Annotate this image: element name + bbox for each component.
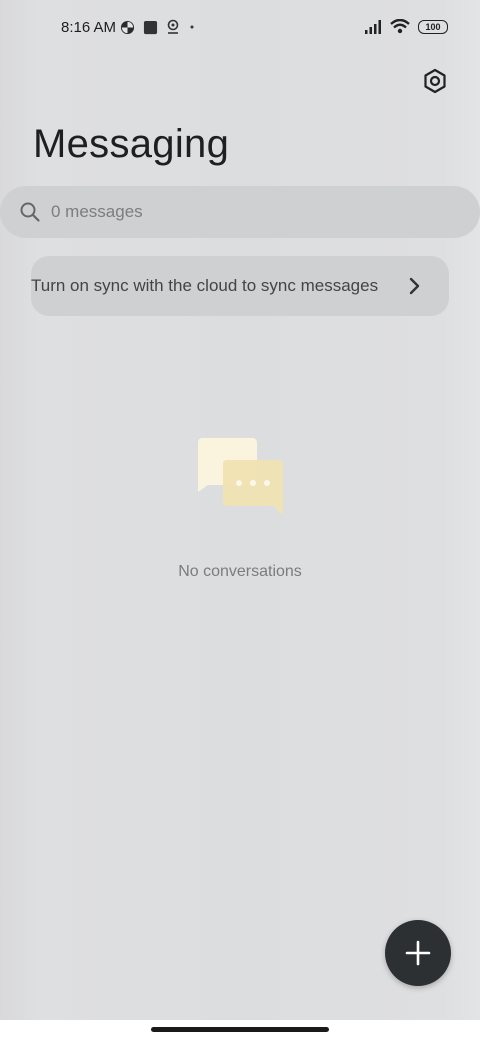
new-message-button[interactable] — [385, 920, 451, 986]
status-time: 8:16 AM — [61, 19, 117, 36]
sync-banner[interactable]: Turn on sync with the cloud to sync mess… — [31, 256, 449, 316]
page-title: Messaging — [33, 122, 230, 166]
location-pin-icon — [167, 19, 179, 34]
status-icons-right: 100 — [364, 19, 448, 34]
sync-banner-text: Turn on sync with the cloud to sync mess… — [31, 276, 379, 295]
status-icons-left — [120, 19, 196, 35]
signal-icon — [365, 19, 381, 34]
plus-icon — [405, 940, 431, 966]
pinwheel-icon — [120, 20, 135, 34]
empty-state-label: No conversations — [178, 563, 302, 580]
dot-icon — [190, 25, 194, 29]
status-bar: 8:16 AM 100 — [0, 0, 480, 56]
gear-icon — [424, 68, 446, 94]
battery-icon: 100 — [418, 19, 448, 34]
wifi-icon — [390, 19, 410, 34]
home-indicator[interactable] — [151, 1027, 329, 1032]
navigation-bar — [0, 1020, 480, 1040]
settings-button[interactable] — [420, 66, 450, 96]
search-placeholder: 0 messages — [51, 202, 143, 221]
chat-bubbles-icon — [198, 438, 283, 516]
search-icon — [20, 202, 40, 222]
search-input[interactable]: 0 messages — [0, 186, 480, 238]
square-icon — [143, 20, 158, 34]
chevron-right-icon — [409, 277, 420, 295]
